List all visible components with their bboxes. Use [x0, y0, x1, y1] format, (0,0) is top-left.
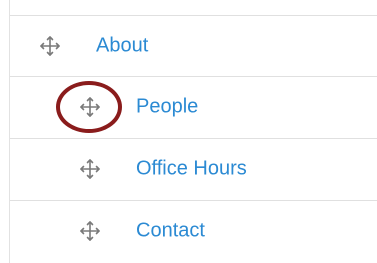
menu-tree: About People Office Hours Contact	[0, 0, 377, 263]
menu-item-contact[interactable]: Contact	[10, 200, 377, 261]
menu-link-people[interactable]: People	[136, 95, 198, 118]
menu-link-contact[interactable]: Contact	[136, 219, 205, 242]
row-divider	[10, 76, 377, 77]
row-divider	[10, 200, 377, 201]
menu-link-about[interactable]: About	[96, 34, 148, 57]
menu-item-about[interactable]: About	[10, 15, 377, 76]
menu-item-office-hours[interactable]: Office Hours	[10, 138, 377, 199]
menu-link-office-hours[interactable]: Office Hours	[136, 157, 247, 180]
drag-handle-icon[interactable]	[77, 94, 103, 120]
drag-handle-icon[interactable]	[77, 218, 103, 244]
row-divider	[10, 15, 377, 16]
drag-handle-icon[interactable]	[37, 33, 63, 59]
drag-handle-icon[interactable]	[77, 156, 103, 182]
menu-item-people[interactable]: People	[10, 76, 377, 137]
row-divider	[10, 138, 377, 139]
